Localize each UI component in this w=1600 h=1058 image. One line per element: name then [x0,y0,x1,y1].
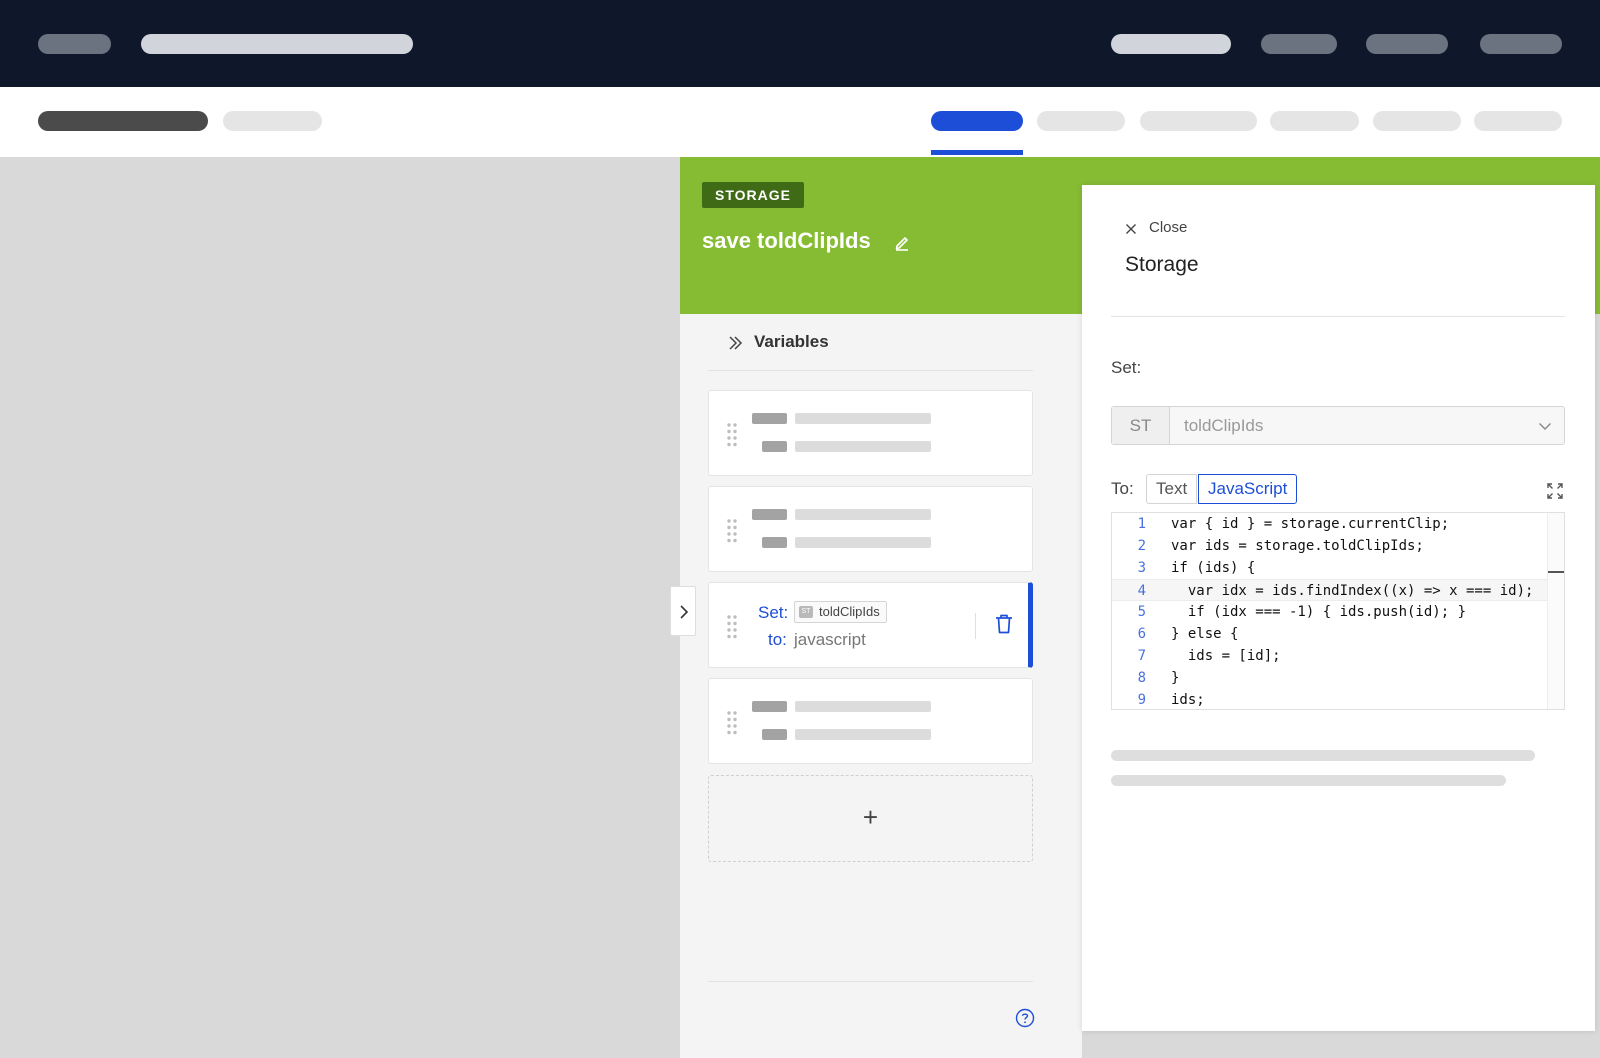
node-type-badge: STORAGE [702,182,804,208]
close-button[interactable]: Close [1149,219,1187,236]
flow-canvas[interactable] [0,157,680,1058]
expand-panel-button[interactable] [670,586,696,636]
placeholder-bar [795,509,931,520]
node-title: save toldClipIds [702,228,871,253]
chevron-right-icon [680,605,689,619]
help-icon[interactable] [1015,1008,1035,1028]
tab-2[interactable] [1037,111,1125,131]
variable-card[interactable] [708,486,1033,572]
code-editor[interactable]: 1 var { id } = storage.currentClip; 2 var … [1111,512,1565,710]
divider [1111,316,1565,317]
divider [708,370,1033,371]
code-line: 3 if (ids) { [1137,560,1256,576]
code-line: 7 ids = [id]; [1137,648,1281,664]
placeholder-line [1111,750,1535,761]
storage-variable-chip: ST toldClipIds [794,601,887,623]
tab-3[interactable] [1140,111,1257,131]
storage-type-prefix: ST [1112,407,1170,444]
variables-header[interactable]: Variables [754,332,829,352]
placeholder-bar [752,413,787,424]
double-chevron-right-icon[interactable] [728,335,744,351]
placeholder-bar [795,413,931,424]
code-line: 2 var ids = storage.toldClipIds; [1137,538,1424,554]
fullscreen-icon[interactable] [1547,483,1563,499]
placeholder-bar [762,537,787,548]
sub-nav [0,87,1600,157]
panel-title: Storage [1125,253,1199,276]
nav-placeholder-item-1[interactable] [1111,34,1231,54]
page-title-placeholder [38,111,208,131]
nav-placeholder-item-2[interactable] [1261,34,1337,54]
tab-4[interactable] [1270,111,1359,131]
page-subtitle-placeholder [223,111,322,131]
to-label: to: [768,630,787,649]
drag-handle-icon[interactable] [727,519,737,543]
divider [708,981,1033,982]
toggle-javascript[interactable]: JavaScript [1198,474,1298,504]
placeholder-bar [762,729,787,740]
placeholder-bar [795,729,931,740]
chevron-down-icon [1539,423,1551,430]
tab-active[interactable] [931,111,1023,131]
placeholder-bar [762,441,787,452]
select-value: toldClipIds [1184,416,1264,435]
code-line-current: 4 var idx = ids.findIndex((x) => x === i… [1112,579,1552,601]
code-line: 1 var { id } = storage.currentClip; [1137,516,1450,532]
storage-variable-select[interactable]: ST toldClipIds [1111,406,1565,445]
nav-placeholder-item-4[interactable] [1480,34,1562,54]
to-label: To: [1111,479,1134,498]
chip-value: toldClipIds [819,604,880,619]
divider [975,613,976,639]
drag-handle-icon[interactable] [727,615,737,639]
toggle-text[interactable]: Text [1146,474,1198,504]
plus-icon: + [862,802,879,832]
placeholder-line [1111,775,1506,786]
placeholder-bar [752,701,787,712]
set-label: Set: [1111,358,1142,377]
close-icon[interactable] [1125,223,1137,235]
scrollbar[interactable] [1547,513,1564,709]
active-tab-indicator [931,150,1023,155]
storage-type-icon: ST [799,606,813,618]
nav-placeholder-item-3[interactable] [1366,34,1448,54]
variable-card-active[interactable]: Set: ST toldClipIds to: javascript [708,582,1033,668]
drag-handle-icon[interactable] [727,423,737,447]
nav-placeholder-breadcrumb[interactable] [141,34,413,54]
code-line: 6} else { [1137,626,1239,642]
placeholder-bar [795,537,931,548]
tab-6[interactable] [1474,111,1562,131]
to-value: javascript [794,630,866,649]
variable-card[interactable] [708,678,1033,764]
placeholder-bar [795,441,931,452]
set-label: Set: [758,603,789,622]
add-variable-button[interactable]: + [708,775,1033,862]
nav-placeholder-logo[interactable] [38,34,111,54]
tab-5[interactable] [1373,111,1461,131]
code-line: 5 if (idx === -1) { ids.push(id); } [1137,604,1467,620]
placeholder-bar [752,509,787,520]
scrollbar-thumb[interactable] [1548,571,1564,573]
trash-icon[interactable] [995,614,1013,634]
code-line: 9 ids; [1137,692,1205,708]
variable-card[interactable] [708,390,1033,476]
placeholder-bar [795,701,931,712]
code-line: 8} [1137,670,1180,686]
pencil-icon[interactable] [893,233,911,251]
drag-handle-icon[interactable] [727,711,737,735]
top-nav [0,0,1600,87]
